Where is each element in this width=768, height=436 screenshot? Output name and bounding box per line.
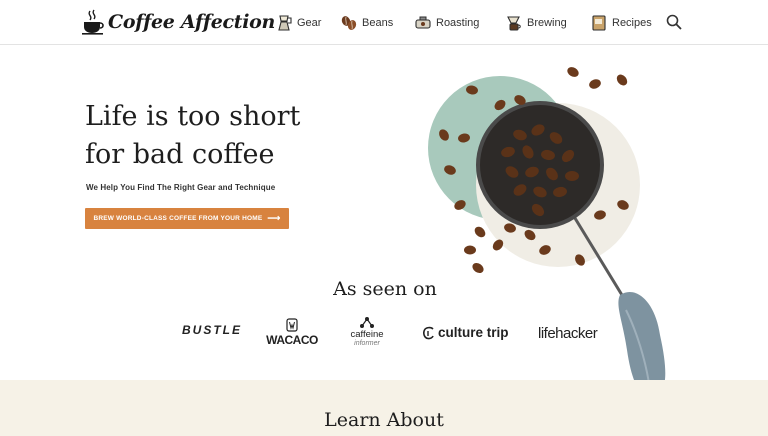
brand-logo-caffeine-informer: caffeine informer: [346, 316, 388, 356]
roaster-icon: [415, 16, 431, 29]
nav-label-beans: Beans: [362, 17, 394, 29]
learn-about-title: Learn About: [324, 409, 444, 431]
nav-item-beans[interactable]: Beans: [340, 12, 393, 34]
coffee-beans-icon: [341, 16, 357, 30]
search-icon[interactable]: [666, 14, 682, 30]
moka-pot-icon: [278, 15, 292, 31]
site-header: Coffee Affection Gear Beans Roasting Bre…: [0, 0, 768, 45]
nav-label-roasting: Roasting: [436, 17, 480, 29]
hero-subtitle: We Help You Find The Right Gear and Tech…: [86, 183, 276, 192]
coffee-cup-logo-icon: [82, 9, 104, 35]
culture-trip-emblem-icon: [423, 326, 434, 339]
recipe-book-icon: [592, 15, 606, 31]
bustle-text: BUSTLE: [182, 323, 242, 337]
nav-label-brewing: Brewing: [527, 17, 567, 29]
brand-logo-culture-trip: culture trip: [422, 325, 509, 340]
cta-button[interactable]: BREW WORLD-CLASS COFFEE FROM YOUR HOME ⟶: [85, 208, 289, 229]
lifehacker-text: lifehacker: [538, 325, 598, 342]
caffeine-text: caffeine: [350, 329, 384, 340]
nav-label-recipes: Recipes: [612, 17, 652, 29]
nav-item-gear[interactable]: Gear: [275, 12, 321, 34]
nav-item-brewing[interactable]: Brewing: [505, 12, 567, 34]
wacaco-text: WACACO: [266, 333, 318, 347]
nav-item-roasting[interactable]: Roasting: [414, 12, 479, 34]
brand-logo-wacaco: WACACO: [266, 318, 318, 352]
hero-title: Life is too short for bad coffee: [85, 98, 405, 174]
molecule-icon: [360, 317, 374, 328]
arrow-right-icon: ⟶: [267, 213, 281, 223]
brand-logo-bustle: BUSTLE: [182, 323, 242, 337]
logo-text: Coffee Affection: [108, 11, 276, 33]
hero-illustration: [428, 67, 666, 410]
wacaco-emblem-icon: [286, 318, 298, 332]
hero-title-line2: for bad coffee: [85, 139, 275, 170]
cta-label: BREW WORLD-CLASS COFFEE FROM YOUR HOME: [93, 215, 263, 222]
nav-label-gear: Gear: [297, 17, 322, 29]
informer-text: informer: [354, 340, 380, 347]
nav-item-recipes[interactable]: Recipes: [590, 12, 652, 34]
as-seen-on-title: As seen on: [333, 278, 437, 300]
brewer-icon: [507, 16, 521, 31]
hero-title-line1: Life is too short: [85, 101, 301, 132]
brand-logo-lifehacker: lifehacker: [538, 325, 598, 342]
culture-trip-text: culture trip: [438, 325, 509, 340]
site-logo[interactable]: Coffee Affection: [82, 6, 275, 38]
